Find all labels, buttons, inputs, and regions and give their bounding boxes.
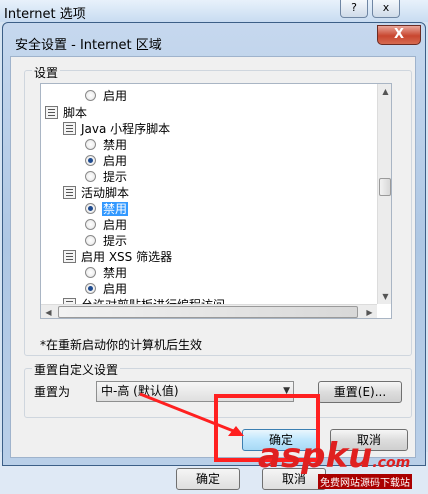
- screen: Internet 选项 ? x 确定 取消 安全设置 - Internet 区域…: [0, 0, 428, 494]
- annotation-arrow: [139, 392, 244, 436]
- watermark-logo: aspku.com: [258, 436, 411, 476]
- watermark-subtitle: 免费网站源码下载站: [318, 474, 412, 489]
